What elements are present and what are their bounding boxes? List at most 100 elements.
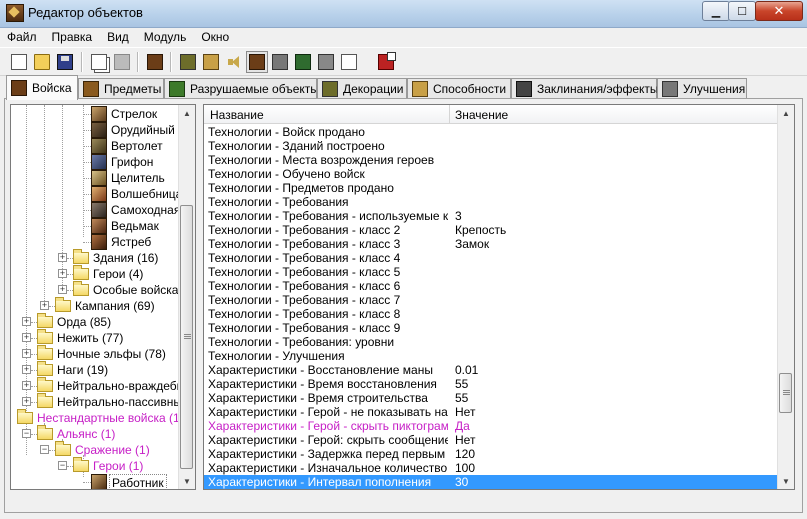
ai-editor-button[interactable]: [292, 51, 314, 73]
tab-buffs[interactable]: Заклинания/эффекты: [511, 78, 659, 98]
tree-scrollbar[interactable]: ▲ ▼: [178, 105, 195, 489]
tree-folder-custom[interactable]: Нестандартные войска (1): [11, 409, 179, 426]
table-row[interactable]: Характеристики - Время восстановления 55: [204, 377, 778, 391]
table-row[interactable]: Технологии - Требования: уровни: [204, 335, 778, 349]
table-row[interactable]: Технологии - Обучено войск: [204, 167, 778, 181]
unit-editor-button[interactable]: [144, 51, 166, 73]
tree-folder[interactable]: + Наги (19): [11, 361, 179, 378]
menu-view[interactable]: Вид: [100, 28, 137, 46]
table-row[interactable]: Технологии - Улучшения: [204, 349, 778, 363]
tree-folder[interactable]: + Здания (16): [11, 249, 179, 266]
menu-window[interactable]: Окно: [194, 28, 237, 46]
column-separator[interactable]: [449, 105, 450, 123]
object-tree[interactable]: Стрелок Орудийный ра Вертолет Грифон Цел…: [10, 104, 196, 490]
tab-abilities[interactable]: Способности: [407, 78, 511, 98]
menu-module[interactable]: Модуль: [137, 28, 195, 46]
tree-item[interactable]: Волшебница: [11, 186, 179, 202]
expand-plus-icon[interactable]: +: [22, 333, 31, 342]
table-row[interactable]: Характеристики - Время строительства 55: [204, 391, 778, 405]
tree-folder[interactable]: + Нейтрально-враждебные: [11, 377, 179, 394]
tree-folder-custom[interactable]: − Альянс (1): [11, 425, 179, 442]
scroll-up-icon[interactable]: ▲: [778, 105, 794, 121]
collapse-minus-icon[interactable]: −: [58, 461, 67, 470]
table-row[interactable]: Характеристики - Герой: скрыть сообщение…: [204, 433, 778, 447]
tree-item-selected[interactable]: Работник: [11, 474, 179, 489]
tree-folder[interactable]: + Нежить (77): [11, 329, 179, 346]
tree-folder-custom[interactable]: − Герои (1): [11, 457, 179, 474]
table-row[interactable]: Технологии - Требования - класс 3 Замок: [204, 237, 778, 251]
tree-folder[interactable]: + Нейтрально-пассивные (: [11, 393, 179, 410]
table-row[interactable]: Технологии - Требования - класс 7: [204, 293, 778, 307]
table-scrollbar[interactable]: ▲ ▼: [777, 105, 794, 489]
campaign-button[interactable]: [269, 51, 291, 73]
tab-items[interactable]: Предметы: [78, 78, 164, 98]
tree-folder[interactable]: + Герои (4): [11, 265, 179, 282]
tree-item[interactable]: Стрелок: [11, 106, 179, 122]
table-row[interactable]: Характеристики - Изначальное количество …: [204, 461, 778, 475]
tree-item[interactable]: Вертолет: [11, 138, 179, 154]
tree-folder[interactable]: + Орда (85): [11, 313, 179, 330]
table-row[interactable]: Технологии - Требования: [204, 195, 778, 209]
table-row[interactable]: Технологии - Требования - класс 9: [204, 321, 778, 335]
menu-file[interactable]: Файл: [0, 28, 45, 46]
save-button[interactable]: [54, 51, 76, 73]
menu-edit[interactable]: Правка: [45, 28, 101, 46]
expand-plus-icon[interactable]: +: [40, 301, 49, 310]
maximize-button[interactable]: ☐: [728, 1, 756, 21]
paste-button[interactable]: [111, 51, 133, 73]
copy-button[interactable]: [88, 51, 110, 73]
expand-plus-icon[interactable]: +: [58, 285, 67, 294]
tree-item[interactable]: Орудийный ра: [11, 122, 179, 138]
collapse-minus-icon[interactable]: −: [22, 429, 31, 438]
tree-folder[interactable]: + Особые войска (: [11, 281, 179, 298]
table-row[interactable]: Характеристики - Задержка перед первым п…: [204, 447, 778, 461]
script-button[interactable]: [338, 51, 360, 73]
object-editor-button[interactable]: [246, 51, 268, 73]
tree-item[interactable]: Ястреб: [11, 234, 179, 250]
tab-destructibles[interactable]: Разрушаемые объекты: [164, 78, 319, 98]
expand-plus-icon[interactable]: +: [22, 397, 31, 406]
table-row[interactable]: Технологии - Требования - класс 4: [204, 251, 778, 265]
tree-folder[interactable]: + Кампания (69): [11, 297, 179, 314]
expand-plus-icon[interactable]: +: [58, 253, 67, 262]
scroll-down-icon[interactable]: ▼: [179, 473, 195, 489]
tab-doodads[interactable]: Декорации: [317, 78, 407, 98]
collapse-minus-icon[interactable]: −: [40, 445, 49, 454]
scroll-down-icon[interactable]: ▼: [778, 473, 794, 489]
table-row[interactable]: Технологии - Войск продано: [204, 125, 778, 139]
expand-plus-icon[interactable]: +: [22, 381, 31, 390]
table-row[interactable]: Технологии - Требования - класс 2 Крепост…: [204, 223, 778, 237]
tab-units[interactable]: Войска: [6, 75, 78, 100]
scroll-up-icon[interactable]: ▲: [179, 105, 195, 121]
tree-item[interactable]: Самоходная м: [11, 202, 179, 218]
properties-table[interactable]: Название Значение Технологии - Войск про…: [203, 104, 795, 490]
tree-item[interactable]: Ведьмак: [11, 218, 179, 234]
table-row-selected[interactable]: Характеристики - Интервал пополнения 30: [204, 475, 778, 489]
table-row[interactable]: Технологии - Места возрождения героев: [204, 153, 778, 167]
table-row[interactable]: Характеристики - Восстановление маны 0.01: [204, 363, 778, 377]
open-button[interactable]: [31, 51, 53, 73]
tree-item[interactable]: Грифон: [11, 154, 179, 170]
scroll-thumb[interactable]: [779, 373, 792, 413]
table-row[interactable]: Технологии - Требования - класс 6: [204, 279, 778, 293]
minimize-button[interactable]: ▁: [702, 1, 730, 21]
table-row-modified[interactable]: Характеристики - Герой - скрыть пиктогра…: [204, 419, 778, 433]
scroll-thumb[interactable]: [180, 205, 193, 469]
title-bar[interactable]: Редактор объектов ▁ ☐ ✕: [0, 0, 807, 28]
expand-plus-icon[interactable]: +: [22, 365, 31, 374]
tree-item[interactable]: Целитель: [11, 170, 179, 186]
terrain-button[interactable]: [177, 51, 199, 73]
sound-button[interactable]: [223, 51, 245, 73]
table-row[interactable]: Технологии - Зданий построено: [204, 139, 778, 153]
close-button[interactable]: ✕: [755, 1, 803, 21]
table-row[interactable]: Технологии - Требования - класс 5: [204, 265, 778, 279]
trigger-button[interactable]: [200, 51, 222, 73]
expand-plus-icon[interactable]: +: [22, 317, 31, 326]
table-row[interactable]: Характеристики - Герой - не показывать н…: [204, 405, 778, 419]
table-row[interactable]: Технологии - Требования - используемые к…: [204, 209, 778, 223]
expand-plus-icon[interactable]: +: [22, 349, 31, 358]
expand-plus-icon[interactable]: +: [58, 269, 67, 278]
table-row[interactable]: Технологии - Предметов продано: [204, 181, 778, 195]
column-value-header[interactable]: Значение: [455, 108, 508, 122]
table-row[interactable]: Технологии - Требования - класс 8: [204, 307, 778, 321]
